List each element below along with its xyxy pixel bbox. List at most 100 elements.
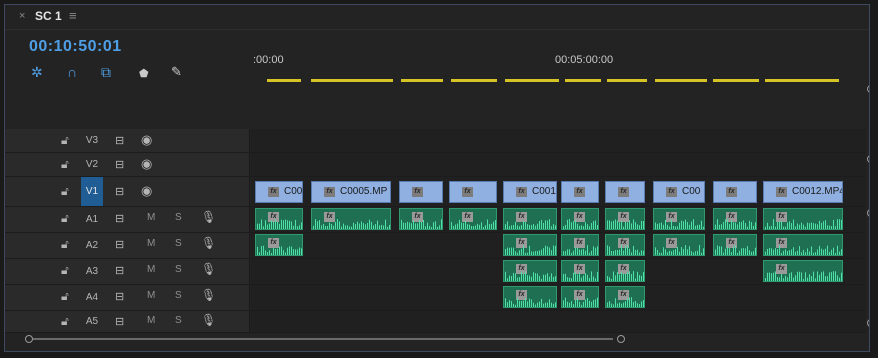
track-lane[interactable] [251,129,866,152]
track-lane[interactable] [251,311,866,332]
solo-button[interactable]: S [175,264,182,275]
sync-lock-icon[interactable]: ⊟ [115,315,124,328]
sync-lock-icon[interactable]: ⊟ [115,290,124,303]
audio-clip[interactable]: fx [763,234,843,256]
lock-icon[interactable]: 🔓︎ [61,157,69,172]
lock-icon[interactable]: 🔓︎ [61,184,69,199]
track-name-a2[interactable]: A2 [81,233,103,258]
microphone-icon[interactable]: 🎙︎ [201,313,216,327]
track-name-a1[interactable]: A1 [81,207,103,232]
audio-clip[interactable]: fx [605,286,645,308]
audio-clip[interactable]: fx [605,260,645,282]
microphone-icon[interactable]: 🎙︎ [201,210,216,224]
lock-icon[interactable]: 🔓︎ [61,314,69,329]
lock-icon[interactable]: 🔓︎ [61,263,69,278]
video-clip[interactable]: fx C00 [255,181,303,203]
track-name-v1[interactable]: V1 [81,177,103,206]
audio-clip[interactable]: fx [561,260,599,282]
eye-icon[interactable]: ◉ [141,183,152,199]
audio-clip[interactable]: fx [561,234,599,256]
magnet-icon[interactable]: ∩ [67,65,77,79]
playhead-timecode[interactable]: 00:10:50:01 [29,38,122,56]
vertical-zoom-handle-bottom[interactable] [867,319,869,327]
track-name-a3[interactable]: A3 [81,259,103,284]
scroll-track[interactable] [33,338,613,340]
close-tab-icon[interactable]: × [19,10,25,22]
eye-icon[interactable]: ◉ [141,156,152,172]
solo-button[interactable]: S [175,238,182,249]
track-name-a4[interactable]: A4 [81,285,103,310]
track-name-v2[interactable]: V2 [81,153,103,176]
panel-menu-icon[interactable]: ≡ [69,8,77,23]
solo-button[interactable]: S [175,315,182,326]
scroll-handle-left[interactable] [25,335,33,343]
sync-lock-icon[interactable]: ⊟ [115,185,124,198]
track-lane[interactable] [251,153,866,176]
video-clip[interactable]: fx C0005.MP [311,181,391,203]
audio-clip[interactable]: fx [561,286,599,308]
solo-button[interactable]: S [175,212,182,223]
track-name-a5[interactable]: A5 [81,311,103,332]
wrench-icon[interactable]: ✎ [171,65,182,79]
audio-clip[interactable]: fx [653,208,705,230]
audio-clip[interactable]: fx [503,286,557,308]
lock-icon[interactable]: 🔓︎ [61,237,69,252]
sync-lock-icon[interactable]: ⊟ [115,158,124,171]
video-clip[interactable]: fx C001 [503,181,557,203]
marker-icon[interactable]: ⬟ [139,67,149,81]
audio-clip[interactable]: fx [605,234,645,256]
audio-clip[interactable]: fx [605,208,645,230]
mute-button[interactable]: M [147,315,155,326]
track-name-v3[interactable]: V3 [81,129,103,152]
video-clip[interactable]: fx C0012.MP4 [763,181,843,203]
video-clip[interactable]: fx [561,181,599,203]
video-clip[interactable]: fx [399,181,443,203]
lock-icon[interactable]: 🔓︎ [61,211,69,226]
mute-button[interactable]: M [147,290,155,301]
video-clip[interactable]: fx C00 [653,181,705,203]
track-lane[interactable]: fx fx fx fx fx fx fx fx fx fx [251,207,866,232]
video-clip[interactable]: fx [605,181,645,203]
track-lane[interactable]: fx fx fx fx [251,259,866,284]
audio-clip[interactable]: fx [653,234,705,256]
audio-clip[interactable]: fx [255,208,303,230]
lock-icon[interactable]: 🔓︎ [61,289,69,304]
audio-clip[interactable]: fx [399,208,443,230]
audio-clip[interactable]: fx [503,208,557,230]
mute-button[interactable]: M [147,238,155,249]
microphone-icon[interactable]: 🎙︎ [201,262,216,276]
audio-clip[interactable]: fx [713,208,757,230]
audio-clip[interactable]: fx [449,208,497,230]
video-clip[interactable]: fx [449,181,497,203]
sync-lock-icon[interactable]: ⊟ [115,134,124,147]
vertical-zoom-handle[interactable] [867,209,869,217]
sync-lock-icon[interactable]: ⊟ [115,238,124,251]
track-lane[interactable]: fx C00 fx C0005.MP fx fx fx C001 fx fx fx C0… [251,177,866,206]
linked-selection-icon[interactable]: ⧉ [101,65,111,79]
horizontal-zoom-scrollbar[interactable] [13,333,863,345]
sequence-tab[interactable]: SC 1 [35,9,62,23]
microphone-icon[interactable]: 🎙︎ [201,236,216,250]
sync-lock-icon[interactable]: ⊟ [115,264,124,277]
vertical-zoom-handle-top[interactable] [867,85,869,93]
sync-lock-icon[interactable]: ⊟ [115,212,124,225]
scroll-handle-right[interactable] [617,335,625,343]
solo-button[interactable]: S [175,290,182,301]
audio-clip[interactable]: fx [763,208,843,230]
mute-button[interactable]: M [147,212,155,223]
audio-clip[interactable]: fx [713,234,757,256]
track-lane[interactable]: fx fx fx fx fx fx fx [251,233,866,258]
snap-insert-icon[interactable]: ✲ [31,65,43,79]
audio-clip[interactable]: fx [255,234,303,256]
audio-clip[interactable]: fx [503,260,557,282]
audio-clip[interactable]: fx [503,234,557,256]
vertical-zoom-handle[interactable] [867,155,869,163]
audio-clip[interactable]: fx [311,208,391,230]
eye-icon[interactable]: ◉ [141,132,152,148]
audio-clip[interactable]: fx [763,260,843,282]
video-clip[interactable]: fx [713,181,757,203]
track-lane[interactable]: fx fx fx [251,285,866,310]
microphone-icon[interactable]: 🎙︎ [201,288,216,302]
lock-icon[interactable]: 🔓︎ [61,133,69,148]
mute-button[interactable]: M [147,264,155,275]
